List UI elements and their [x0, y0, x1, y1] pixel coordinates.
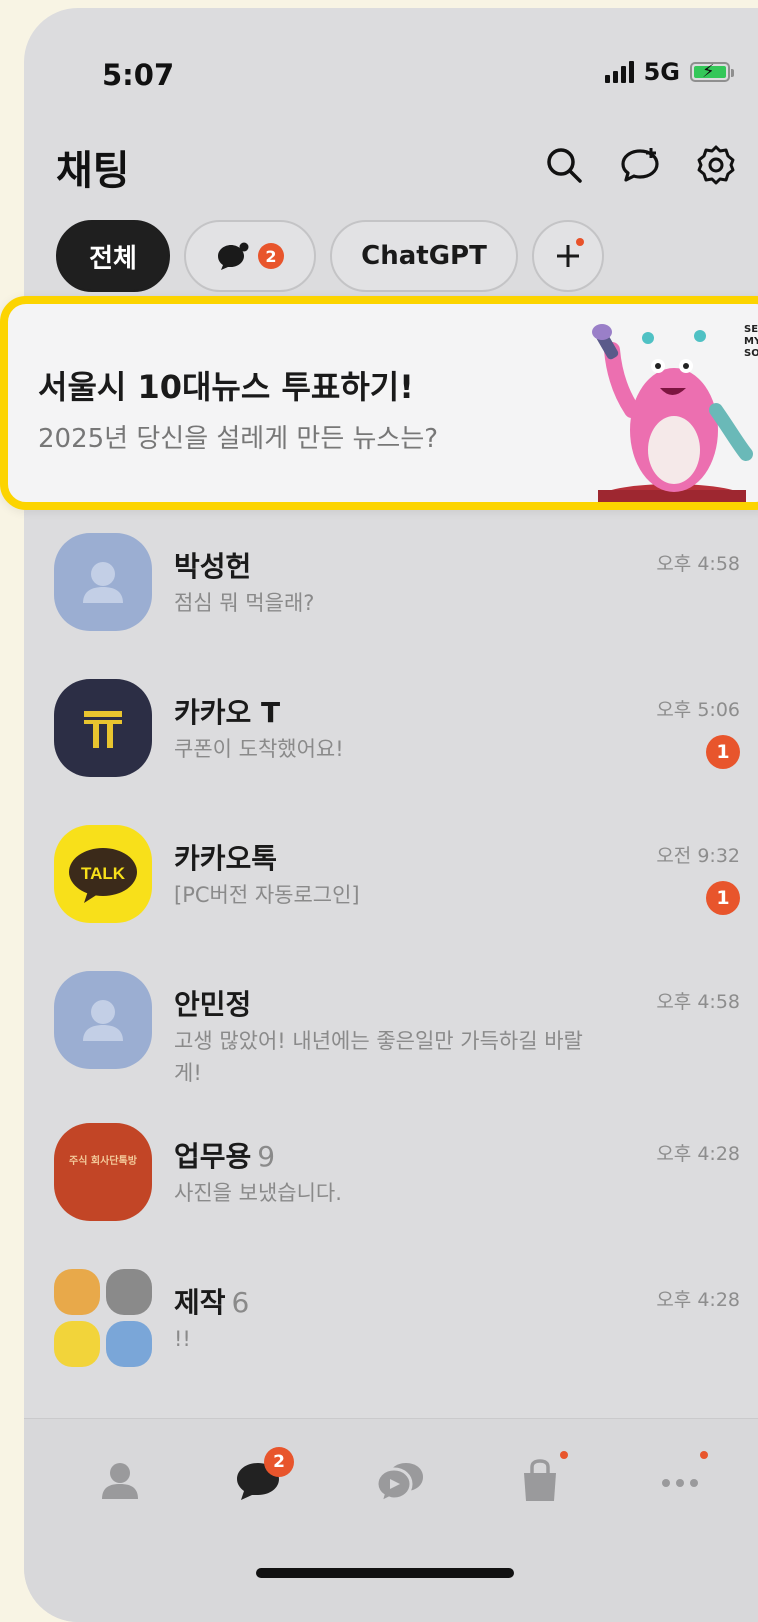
filter-chip-all[interactable]: 전체: [56, 220, 170, 292]
chat-name-text: 제작: [174, 1286, 226, 1319]
more-icon: [662, 1479, 698, 1487]
chat-name: 박성헌: [174, 550, 252, 583]
banner-subtitle: 2025년 당신을 설레게 만든 뉴스는?: [38, 424, 439, 454]
member-avatar: [106, 1321, 152, 1367]
chat-preview: !!: [174, 1327, 191, 1351]
chat-preview: 사진을 보냈습니다.: [174, 1181, 342, 1205]
openchat-icon: [375, 1463, 423, 1505]
chat-row[interactable]: 카카오 T 쿠폰이 도착했어요! 오후 5:06 1: [24, 669, 758, 799]
nav-badge: 2: [264, 1447, 294, 1477]
chat-row[interactable]: 박성헌 점심 뭐 먹을래? 오후 4:58: [24, 523, 758, 653]
nav-openchat[interactable]: [360, 1443, 440, 1523]
shopping-icon: [524, 1459, 556, 1501]
settings-gear-icon[interactable]: [694, 143, 738, 187]
nav-more[interactable]: [640, 1443, 720, 1523]
nav-new-dot: [700, 1451, 708, 1459]
avatar: [54, 971, 152, 1069]
avatar-text: 주식 회사단톡방: [69, 1156, 137, 1167]
chat-row[interactable]: TALK 카카오톡 [PC버전 자동로그인] 오전 9:32 1: [24, 815, 758, 945]
mascot-illustration: [592, 324, 753, 502]
chat-preview: [PC버전 자동로그인]: [174, 883, 360, 907]
add-filter-button[interactable]: [532, 220, 604, 292]
chat-time: 오후 5:06: [656, 699, 740, 721]
header-actions: [542, 143, 738, 187]
chat-name: 안민정: [174, 988, 252, 1021]
promo-banner[interactable]: 서울시 10대뉴스 투표하기! 2025년 당신을 설레게 만든 뉴스는? SE…: [0, 296, 758, 510]
nav-friends[interactable]: [80, 1443, 160, 1523]
chat-filter-chips: 전체 2 ChatGPT: [56, 220, 604, 292]
unread-badge: 1: [706, 881, 740, 915]
chat-preview: 점심 뭐 먹을래?: [174, 591, 315, 615]
chat-time: 오후 4:28: [656, 1143, 740, 1165]
new-chat-icon[interactable]: [618, 143, 662, 187]
status-indicators: 5G ⚡: [604, 58, 734, 86]
default-profile-icon: [83, 562, 123, 603]
chat-name: 카카오 T: [174, 696, 281, 729]
avatar: [54, 533, 152, 631]
member-avatar: [54, 1321, 100, 1367]
battery-icon: ⚡: [690, 61, 734, 82]
member-count: 6: [231, 1286, 250, 1319]
nav-shopping[interactable]: [500, 1443, 580, 1523]
bottom-nav: 2: [24, 1418, 758, 1622]
unread-badge: 1: [706, 735, 740, 769]
default-profile-icon: [83, 1000, 123, 1041]
chat-row[interactable]: 안민정 고생 많았어! 내년에는 좋은일만 가득하길 바랄게! 오후 4:58: [24, 961, 758, 1111]
kakao-t-logo-icon: [84, 711, 122, 748]
member-avatar: [54, 1269, 100, 1315]
member-avatar: [106, 1269, 152, 1315]
signal-icon: [604, 61, 634, 83]
nav-new-dot: [560, 1451, 568, 1459]
avatar: 주식 회사단톡방: [54, 1123, 152, 1221]
network-label: 5G: [643, 58, 680, 86]
chat-name: 업무용 9: [174, 1135, 275, 1175]
friends-icon: [102, 1463, 138, 1499]
filter-chip-unread[interactable]: 2: [184, 220, 316, 292]
phone-screen: 5:07 5G ⚡ 채팅 전체 2 ChatGPT 박성헌 점심 뭐 먹을래? …: [24, 8, 758, 1622]
chat-row[interactable]: 주식 회사단톡방 업무용 9 사진을 보냈습니다. 오후 4:28: [24, 1113, 758, 1243]
svg-text:TALK: TALK: [81, 864, 126, 883]
chat-time: 오전 9:32: [656, 845, 740, 867]
avatar: TALK: [54, 825, 152, 923]
search-icon[interactable]: [542, 143, 586, 187]
filter-count-badge: 2: [258, 243, 284, 269]
chat-bubble-icon: [218, 242, 249, 270]
nav-chats[interactable]: 2: [220, 1443, 300, 1523]
chat-name-text: 업무용: [174, 1140, 252, 1173]
chat-time: 오후 4:58: [656, 553, 740, 575]
filter-chip-chatgpt[interactable]: ChatGPT: [330, 220, 518, 292]
banner-title: 서울시 10대뉴스 투표하기!: [38, 368, 414, 406]
kakaotalk-logo-icon: TALK: [69, 848, 137, 903]
status-time: 5:07: [102, 58, 175, 92]
chat-preview: 고생 많았어! 내년에는 좋은일만 가득하길 바랄게!: [174, 1029, 583, 1085]
page-title: 채팅: [56, 148, 130, 194]
chat-time: 오후 4:58: [656, 991, 740, 1013]
chat-preview: 쿠폰이 도착했어요!: [174, 737, 344, 761]
banner-corner-logo: SEO MY SO: [744, 324, 758, 359]
chat-time: 오후 4:28: [656, 1289, 740, 1311]
chat-name: 카카오톡: [174, 842, 278, 875]
chat-row[interactable]: 제작 6 !! 오후 4:28: [24, 1259, 758, 1389]
avatar: [54, 679, 152, 777]
member-count: 9: [257, 1140, 276, 1173]
chat-name: 제작 6: [174, 1281, 249, 1321]
home-indicator: [256, 1568, 514, 1578]
group-avatar: [54, 1269, 154, 1369]
new-dot: [576, 238, 584, 246]
